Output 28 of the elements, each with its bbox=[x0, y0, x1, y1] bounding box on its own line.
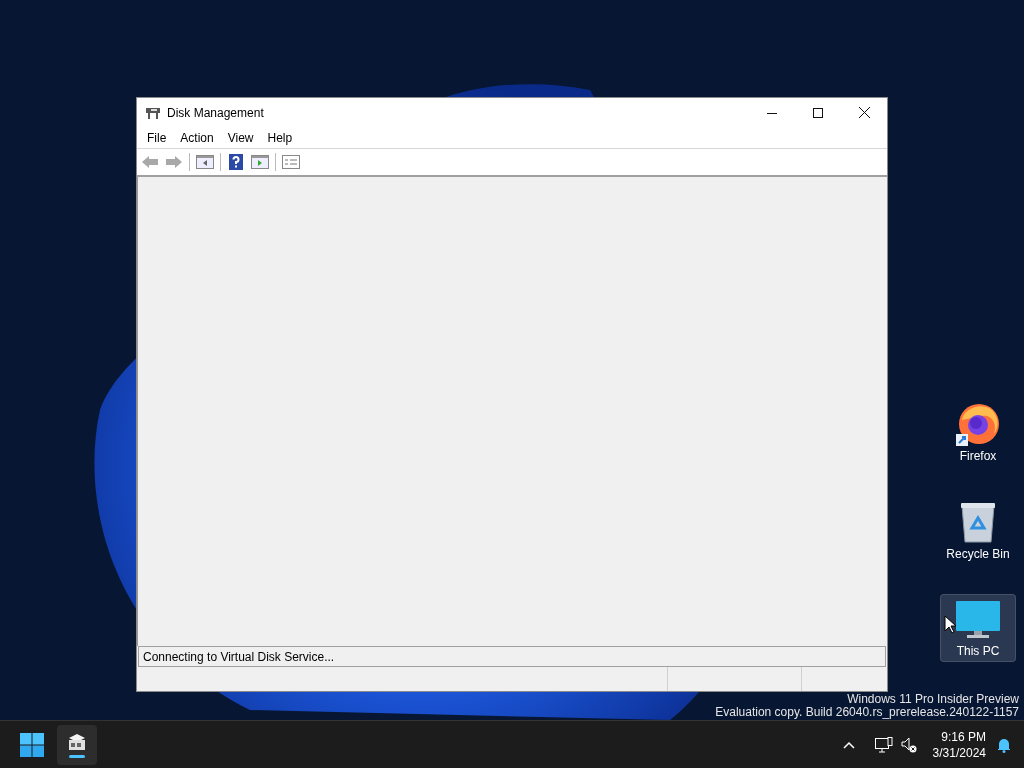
desktop-icon-label: Firefox bbox=[959, 449, 997, 464]
clock-button[interactable]: 9:16 PM 3/31/2024 bbox=[932, 728, 986, 761]
menu-item[interactable]: View bbox=[220, 128, 261, 147]
desktop-icon[interactable]: Recycle Bin bbox=[940, 496, 1016, 564]
desktop-icon-label: This PC bbox=[956, 644, 1000, 659]
menu-item[interactable]: Help bbox=[260, 128, 300, 147]
network-icon[interactable] bbox=[874, 736, 893, 753]
help-book-icon bbox=[229, 154, 243, 170]
menu-item[interactable]: Action bbox=[173, 128, 221, 147]
maximize-icon bbox=[813, 107, 823, 118]
progress-status: Connecting to Virtual Disk Service... bbox=[138, 646, 886, 667]
monitor-icon bbox=[955, 599, 1001, 640]
speaker-muted-icon[interactable] bbox=[900, 736, 917, 753]
desktop-icon[interactable]: This PC bbox=[940, 594, 1016, 662]
close-icon bbox=[858, 107, 870, 118]
watermark-text: Evaluation copy. Build 26040.rs_prerelease.240122-1157 bbox=[715, 706, 1019, 719]
window-title: Disk Management bbox=[167, 104, 265, 122]
windows-logo-icon bbox=[20, 732, 44, 757]
disk-management-icon bbox=[66, 731, 88, 752]
desktop-icon-label: Recycle Bin bbox=[946, 547, 1010, 562]
taskbar-app-button[interactable] bbox=[57, 724, 97, 765]
disk-icon bbox=[145, 105, 161, 120]
mouse-pointer-icon bbox=[944, 615, 956, 634]
desktop-icon[interactable]: Firefox bbox=[940, 398, 1016, 466]
menu-item[interactable]: File bbox=[140, 128, 174, 147]
chevron-up-icon[interactable] bbox=[842, 740, 855, 749]
watermark-text: Windows 11 Pro Insider Preview bbox=[847, 693, 1019, 706]
bell-icon[interactable] bbox=[996, 736, 1012, 753]
